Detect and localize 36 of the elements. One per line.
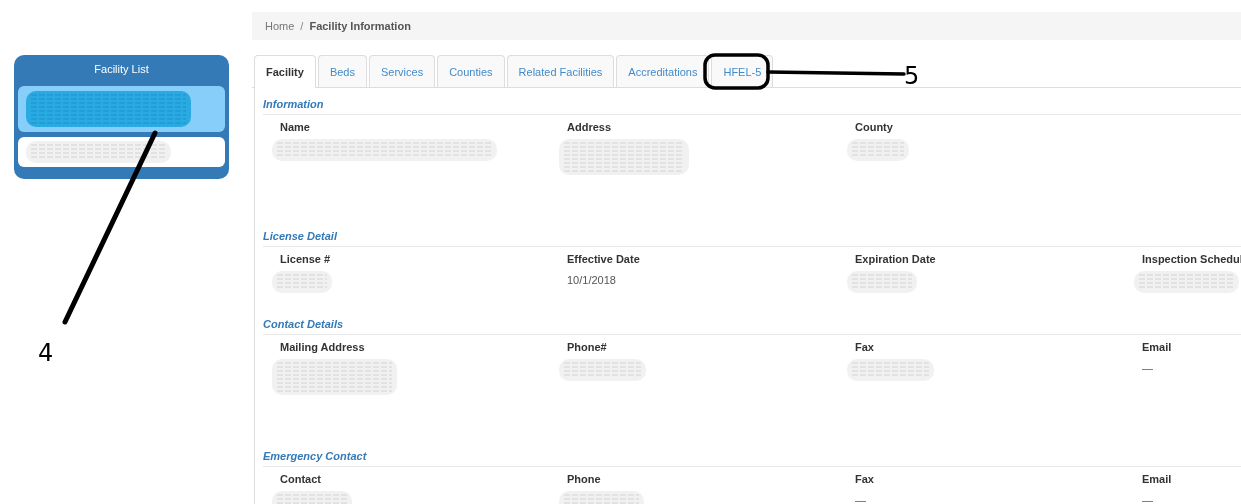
field-label: Fax	[855, 341, 875, 353]
tab[interactable]: Counties	[437, 55, 505, 87]
field-value: —	[855, 494, 867, 504]
field-label: Contact	[280, 473, 322, 485]
facility-list-item[interactable]	[18, 137, 225, 167]
field-label: Email	[1142, 341, 1173, 353]
field-label: County	[855, 121, 894, 133]
section-title: Emergency Contact	[263, 450, 368, 462]
callout-number: 5	[904, 62, 920, 90]
callout-number: 4	[38, 339, 54, 367]
field-label: Expiration Date	[855, 253, 937, 265]
panel-title: Facility List	[93, 63, 150, 75]
field-label: Fax	[855, 473, 875, 485]
field-value: —	[1142, 494, 1154, 504]
field-label: Effective Date	[567, 253, 641, 265]
field-label: License #	[280, 253, 332, 265]
field-label: Phone	[567, 473, 602, 485]
tab[interactable]: Beds	[317, 55, 367, 87]
breadcrumb-current: Facility Information	[309, 20, 411, 32]
section-title: Contact Details	[263, 318, 345, 330]
field-label: Name	[280, 121, 311, 133]
field-label: Mailing Address	[280, 341, 366, 353]
tab[interactable]: Services	[369, 55, 436, 87]
tab[interactable]: Facility	[254, 55, 316, 88]
field-label: Email	[1142, 473, 1173, 485]
breadcrumb-separator: /	[300, 20, 304, 32]
field-value: 10/1/2018	[567, 274, 617, 286]
breadcrumb-link[interactable]: Home	[265, 20, 295, 32]
field-value: —	[1142, 362, 1154, 374]
callout-outline	[703, 53, 770, 90]
section-title: License Detail	[263, 230, 339, 242]
field-label: Phone#	[567, 341, 608, 353]
field-label: Address	[567, 121, 613, 133]
tab[interactable]: Related Facilities	[506, 55, 615, 87]
tab[interactable]: Accreditations	[616, 55, 710, 87]
section-title: Information	[263, 98, 325, 110]
